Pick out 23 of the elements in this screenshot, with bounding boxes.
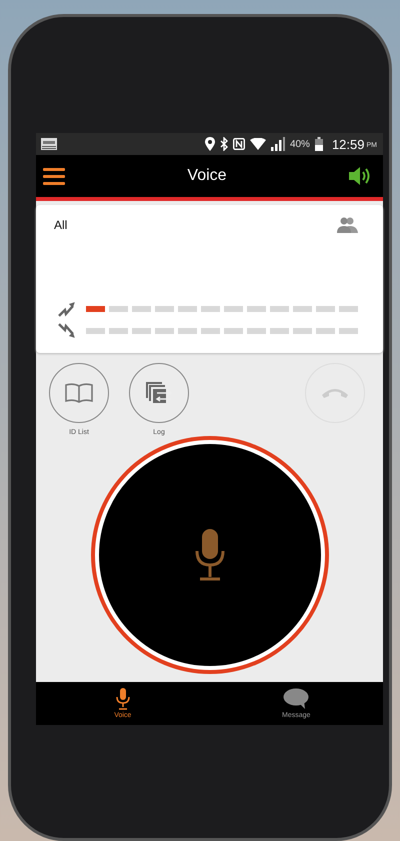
clock-time: 12:59	[332, 136, 364, 152]
channel-name: All	[54, 218, 68, 232]
bluetooth-icon	[220, 137, 228, 151]
battery-percent: 40%	[290, 138, 310, 150]
app-logo-icon	[41, 138, 57, 150]
microphone-icon	[116, 688, 130, 710]
group-icon[interactable]	[337, 217, 359, 233]
book-icon	[65, 382, 93, 404]
down-arrow-icon	[58, 323, 76, 339]
up-arrow-icon	[58, 301, 76, 317]
location-icon	[204, 137, 215, 151]
microphone-icon	[194, 529, 224, 581]
speech-bubble-icon	[283, 688, 310, 710]
battery-icon	[314, 137, 323, 151]
menu-icon[interactable]	[43, 167, 65, 185]
wifi-icon	[250, 138, 266, 150]
phone-handset-icon	[321, 387, 349, 399]
log-button[interactable]	[129, 363, 189, 423]
nfc-icon	[232, 138, 245, 150]
screen-title: Voice	[187, 167, 227, 185]
speaker-icon[interactable]	[348, 166, 371, 186]
signal-icon	[270, 137, 285, 151]
id-list-button[interactable]	[49, 363, 109, 423]
